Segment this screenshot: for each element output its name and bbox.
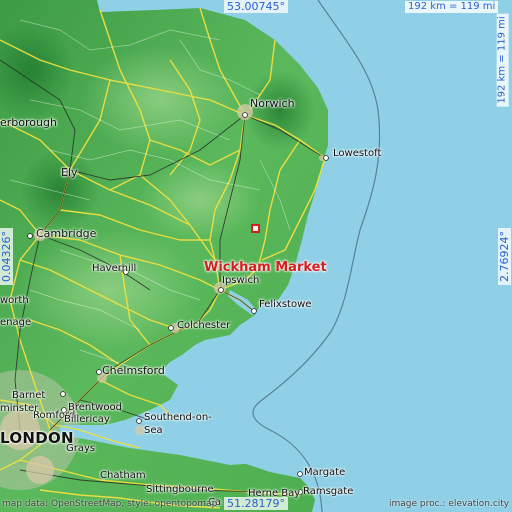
coord-right: 2.76924°: [498, 228, 511, 285]
place-label-ipswich[interactable]: Ipswich: [222, 276, 259, 286]
scale-horizontal: 192 km = 119 mi: [405, 1, 499, 13]
place-label-sittingbourne[interactable]: Sittingbourne: [146, 485, 214, 495]
place-label-grays[interactable]: Grays: [66, 444, 95, 454]
place-label-southend[interactable]: Southend-on-: [144, 413, 212, 423]
relief-area: [140, 160, 260, 240]
coord-left: 0.04326°: [0, 228, 13, 285]
place-label-haverhill[interactable]: Haverhill: [92, 264, 136, 274]
place-label-norwich[interactable]: Norwich: [250, 98, 295, 109]
coord-top: 53.00745°: [224, 0, 288, 13]
place-label-herne-bay[interactable]: Herne Bay: [248, 489, 300, 499]
selected-place-marker[interactable]: [251, 224, 260, 233]
relief-area: [20, 150, 100, 230]
place-label-ely[interactable]: Ely: [61, 167, 78, 178]
place-label-chatham[interactable]: Chatham: [100, 471, 146, 481]
place-label-chelmsford[interactable]: Chelmsford: [102, 365, 165, 376]
place-label-southend-sea[interactable]: Sea: [144, 426, 163, 436]
place-label-enage[interactable]: enage: [0, 318, 31, 328]
place-label-billericay[interactable]: Billericay: [64, 415, 110, 425]
place-label-london[interactable]: LONDON: [0, 431, 74, 446]
place-label-peterborough[interactable]: erborough: [0, 117, 57, 128]
relief-area: [80, 45, 240, 155]
place-label-minster[interactable]: minster: [0, 404, 38, 414]
scale-vertical: 192 km = 119 mi: [496, 13, 509, 107]
relief-area: [245, 70, 315, 150]
map-credit: map data: OpenStreetMap, style: opentopo…: [2, 499, 218, 509]
place-label-wickham-market[interactable]: Wickham Market: [204, 261, 327, 274]
place-label-barnet[interactable]: Barnet: [12, 391, 45, 401]
image-credit: image proc.: elevation.city: [389, 499, 510, 509]
place-label-felixstowe[interactable]: Felixstowe: [259, 300, 311, 310]
place-label-worth[interactable]: worth: [0, 296, 29, 306]
map-canvas: [0, 0, 512, 512]
place-label-colchester[interactable]: Colchester: [177, 321, 230, 331]
place-label-ramsgate[interactable]: Ramsgate: [303, 487, 353, 497]
place-label-lowestoft[interactable]: Lowestoft: [333, 149, 381, 159]
place-label-brentwood[interactable]: Brentwood: [68, 403, 122, 413]
place-label-margate[interactable]: Margate: [304, 468, 345, 478]
place-label-cambridge[interactable]: Cambridge: [36, 228, 96, 239]
